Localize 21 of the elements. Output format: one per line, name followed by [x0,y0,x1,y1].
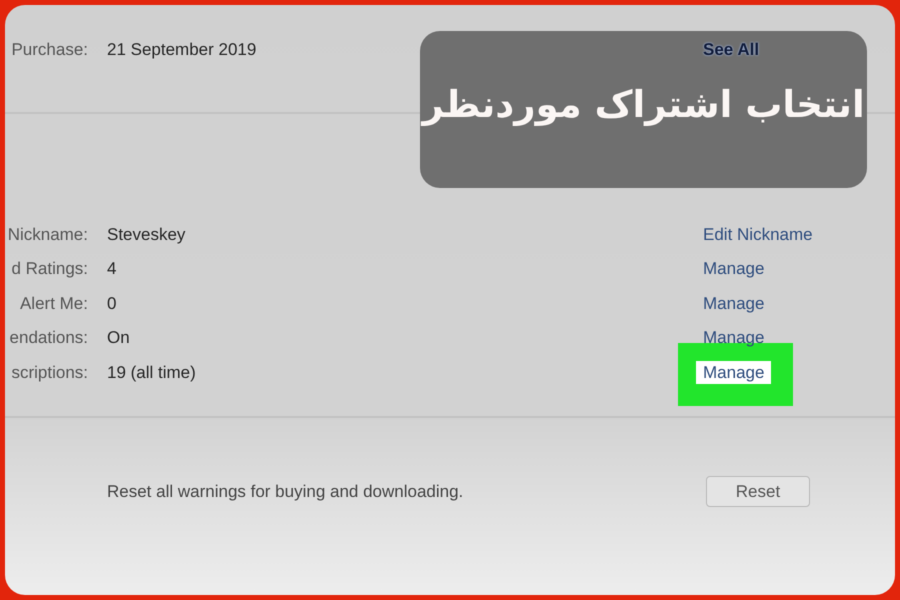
field-value: 0 [107,294,116,314]
field-label: Nickname: [8,224,88,245]
field-value: 19 (all time) [107,362,196,383]
field-label: Purchase: [11,40,88,60]
manage-link[interactable]: Manage [703,328,764,348]
field-value: 4 [107,259,116,280]
field-label: d Ratings: [11,259,88,280]
reset-button[interactable]: Reset [706,476,810,507]
reset-description: Reset all warnings for buying and downloading. [107,482,464,502]
caption-text: انتخاب اشتراک موردنظر [422,83,865,126]
field-label: Alert Me: [20,294,88,314]
manage-link[interactable]: Manage [703,294,764,313]
manage-link[interactable]: Edit Nickname [703,224,813,244]
field-value: On [107,328,130,348]
manage-link[interactable]: Manage [703,259,764,278]
field-value: 21 September 2019 [107,40,256,60]
see-all-link[interactable]: See All [703,40,760,60]
field-label: scriptions: [11,362,88,383]
field-label: endations: [10,328,88,348]
manage-link[interactable]: Manage [696,360,772,384]
field-value: Steveskey [107,224,186,245]
